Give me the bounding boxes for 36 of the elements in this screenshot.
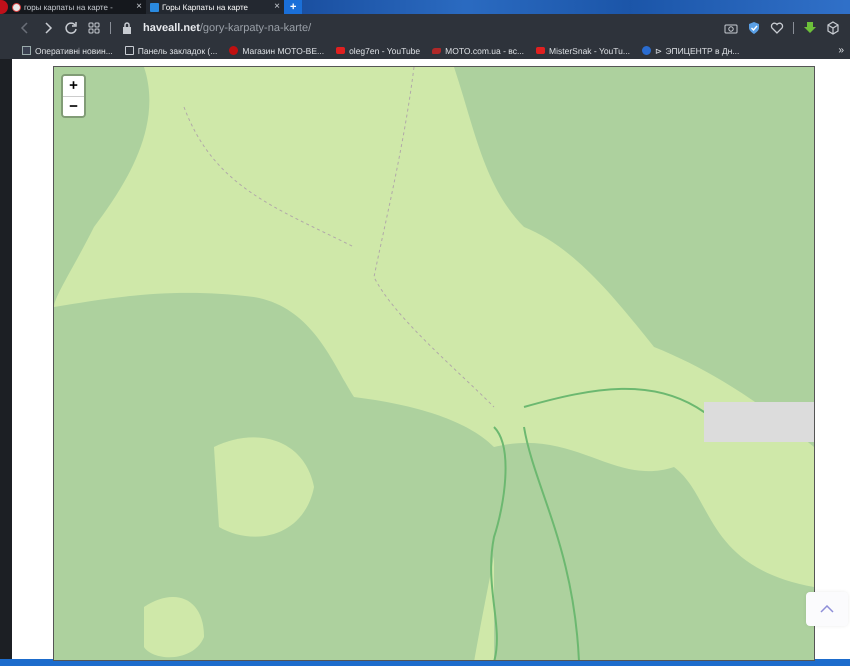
- bookmark-item[interactable]: MisterSnak - YouTu...: [536, 46, 630, 56]
- shield-icon[interactable]: [747, 21, 761, 35]
- motorbike-icon: [432, 48, 442, 54]
- bookmark-item[interactable]: Магазин MOTO-BE...: [229, 46, 324, 56]
- chevron-up-icon: [820, 605, 834, 613]
- circle-icon: [12, 2, 21, 12]
- bookmark-item[interactable]: MOTO.com.ua - вс...: [432, 46, 524, 56]
- reload-icon[interactable]: [64, 21, 78, 35]
- news-icon: [22, 46, 31, 55]
- download-icon[interactable]: [803, 21, 817, 35]
- cube-icon[interactable]: [826, 21, 840, 35]
- meadow-area: [144, 597, 204, 658]
- bookmark-item[interactable]: Оперативні новин...: [22, 46, 113, 56]
- heart-icon[interactable]: [770, 21, 784, 35]
- shield-icon: [642, 46, 651, 55]
- square-icon: [150, 2, 159, 12]
- tabs-grid-icon[interactable]: [87, 21, 101, 35]
- zoom-out-button[interactable]: −: [63, 96, 84, 116]
- new-tab-button[interactable]: +: [284, 0, 302, 14]
- browser-logo-icon[interactable]: [0, 0, 8, 14]
- close-tab-button[interactable]: ×: [136, 2, 142, 12]
- zoom-in-button[interactable]: +: [63, 76, 84, 96]
- circle-icon: [229, 46, 238, 55]
- youtube-icon: [536, 47, 546, 54]
- youtube-icon: [336, 47, 346, 54]
- bookmark-item[interactable]: oleg7en - YouTube: [336, 46, 420, 56]
- tab-title: Горы Карпаты на карте: [162, 2, 249, 12]
- more-bookmarks-button[interactable]: »: [838, 45, 844, 56]
- close-tab-button[interactable]: ×: [274, 2, 280, 12]
- map-drawing[interactable]: + −: [53, 66, 815, 661]
- browser-tab[interactable]: Горы Карпаты на карте ×: [146, 0, 284, 14]
- folder-icon: [124, 46, 134, 55]
- bookmark-item[interactable]: ⊳ ЭПИЦЕНТР в Дн...: [642, 46, 740, 56]
- lock-icon: [120, 21, 134, 35]
- tab-title: горы карпаты на карте -: [24, 2, 114, 12]
- bookmark-item[interactable]: Панель закладок (...: [124, 46, 218, 56]
